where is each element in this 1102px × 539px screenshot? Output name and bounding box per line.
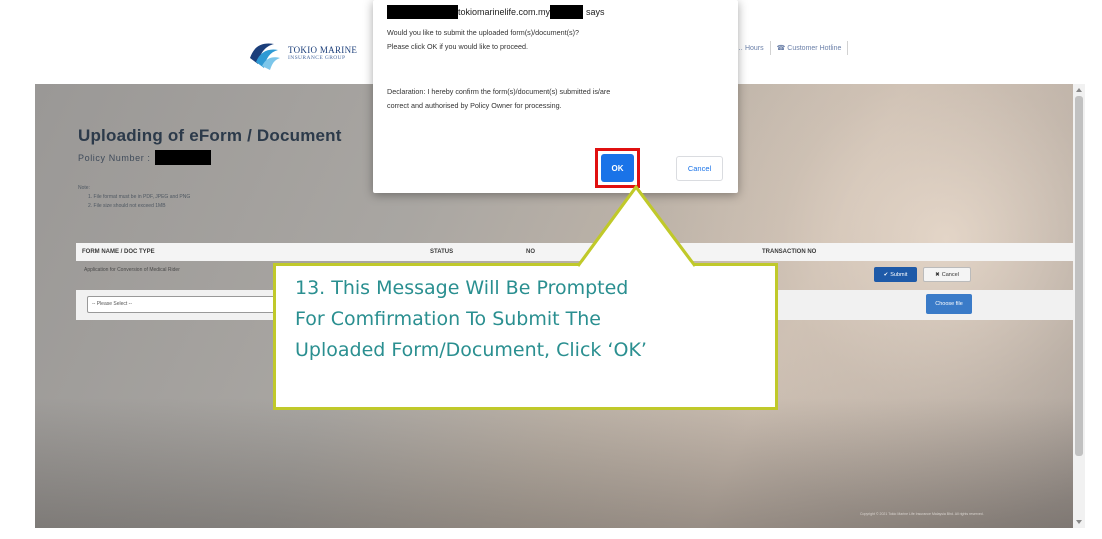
page-title: Uploading of eForm / Document [78, 126, 342, 145]
table-header: FORM NAME / DOC TYPE STATUS NO TRANSACTI… [76, 243, 1074, 261]
logo-line2: INSURANCE GROUP [288, 54, 346, 61]
note-heading: Note: [78, 185, 90, 191]
scrollbar-thumb[interactable] [1075, 96, 1083, 456]
redacted-policy-number [154, 150, 211, 165]
callout-line: Uploaded Form/Document, Click ‘OK’ [295, 339, 647, 361]
dialog-message-line: Please click OK if you would like to pro… [387, 42, 529, 51]
choose-file-button[interactable]: Choose file [926, 294, 972, 314]
dialog-declaration: Declaration: I hereby confirm the form(s… [387, 85, 610, 113]
dialog-title-says: says [586, 7, 605, 17]
tokio-marine-logo[interactable]: TOKIO MARINE INSURANCE GROUP [246, 36, 357, 72]
header-links: … Hours ☎ Customer Hotline [736, 41, 849, 55]
close-icon: ✖ [935, 271, 940, 278]
header-link-hours[interactable]: … Hours [736, 45, 764, 52]
header-link-hotline[interactable]: ☎ Customer Hotline [777, 44, 842, 52]
document-type-select[interactable]: -- Please Select -- [87, 296, 277, 313]
redacted-subdomain [387, 5, 458, 19]
scroll-down-arrow-icon[interactable] [1076, 520, 1082, 524]
column-header-form-name: FORM NAME / DOC TYPE [82, 249, 155, 255]
dialog-message: Would you like to submit the uploaded fo… [387, 26, 579, 54]
dialog-declaration-line: Declaration: I hereby confirm the form(s… [387, 87, 611, 96]
note-item: 1. File format must be in PDF, JPEG and … [88, 194, 191, 200]
dialog-declaration-line: correct and authorised by Policy Owner f… [387, 101, 562, 110]
column-header-no: NO [526, 249, 535, 255]
policy-number-label: Policy Number : [78, 152, 151, 163]
submit-button[interactable]: ✔ Submit [874, 267, 917, 282]
header-link-divider [769, 41, 771, 55]
column-header-transaction-no: TRANSACTION NO [762, 249, 817, 255]
column-header-status: STATUS [430, 249, 454, 255]
row-cancel-button[interactable]: ✖ Cancel [923, 267, 971, 282]
scroll-up-arrow-icon[interactable] [1076, 88, 1082, 92]
dialog-cancel-button[interactable]: Cancel [676, 156, 723, 181]
dialog-title-domain: tokiomarinelife.com.my [458, 7, 551, 17]
redacted-title-part [550, 5, 584, 19]
page-scrollbar[interactable] [1073, 84, 1085, 528]
dialog-message-line: Would you like to submit the uploaded fo… [387, 28, 580, 37]
form-name-cell: Application for Conversion of Medical Ri… [84, 267, 180, 273]
callout-line: For Comfirmation To Submit The [295, 308, 601, 330]
row-cancel-button-label: Cancel [941, 271, 959, 278]
dialog-ok-button[interactable]: OK [601, 154, 634, 182]
footer-copyright: Copyright © 2021 Tokio Marine Life Insur… [860, 512, 984, 516]
dialog-title: tokiomarinelife.com.my says [387, 5, 605, 19]
upload-notes: Note: 1. File format must be in PDF, JPE… [78, 184, 190, 211]
policy-number-row: Policy Number : [78, 150, 211, 165]
note-item: 2. File size should not exceed 1MB [88, 203, 166, 209]
header-link-divider [847, 41, 849, 55]
callout-text: 13. This Message Will Be Prompted For Co… [295, 273, 765, 366]
submit-button-label: Submit [890, 271, 908, 278]
callout-line: 13. This Message Will Be Prompted [295, 277, 629, 299]
tokio-marine-logo-icon [250, 43, 280, 70]
check-icon: ✔ [883, 271, 889, 278]
